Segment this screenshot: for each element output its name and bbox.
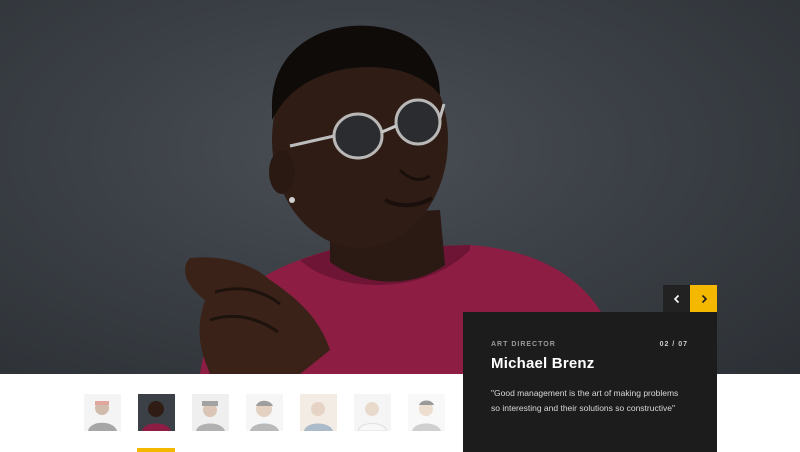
prev-button[interactable] xyxy=(663,285,690,312)
thumb-person-6[interactable] xyxy=(354,394,391,431)
thumb-person-3[interactable] xyxy=(192,394,229,431)
thumb-person-7[interactable] xyxy=(408,394,445,431)
thumb-person-1[interactable] xyxy=(84,394,121,431)
next-button[interactable] xyxy=(690,285,717,312)
thumb-person-5[interactable] xyxy=(300,394,337,431)
thumb-person-2[interactable] xyxy=(138,394,175,431)
chevron-right-icon xyxy=(701,294,707,303)
testimonial-card: ART DIRECTOR 02 / 07 Michael Brenz "Good… xyxy=(463,312,717,452)
thumb-person-4[interactable] xyxy=(246,394,283,431)
person-name: Michael Brenz xyxy=(491,355,595,372)
person-role: ART DIRECTOR xyxy=(491,341,556,348)
testimonial-quote: "Good management is the art of making pr… xyxy=(491,388,679,413)
active-thumb-indicator xyxy=(137,448,175,452)
chevron-left-icon xyxy=(673,294,679,303)
slide-counter: 02 / 07 xyxy=(659,341,688,348)
